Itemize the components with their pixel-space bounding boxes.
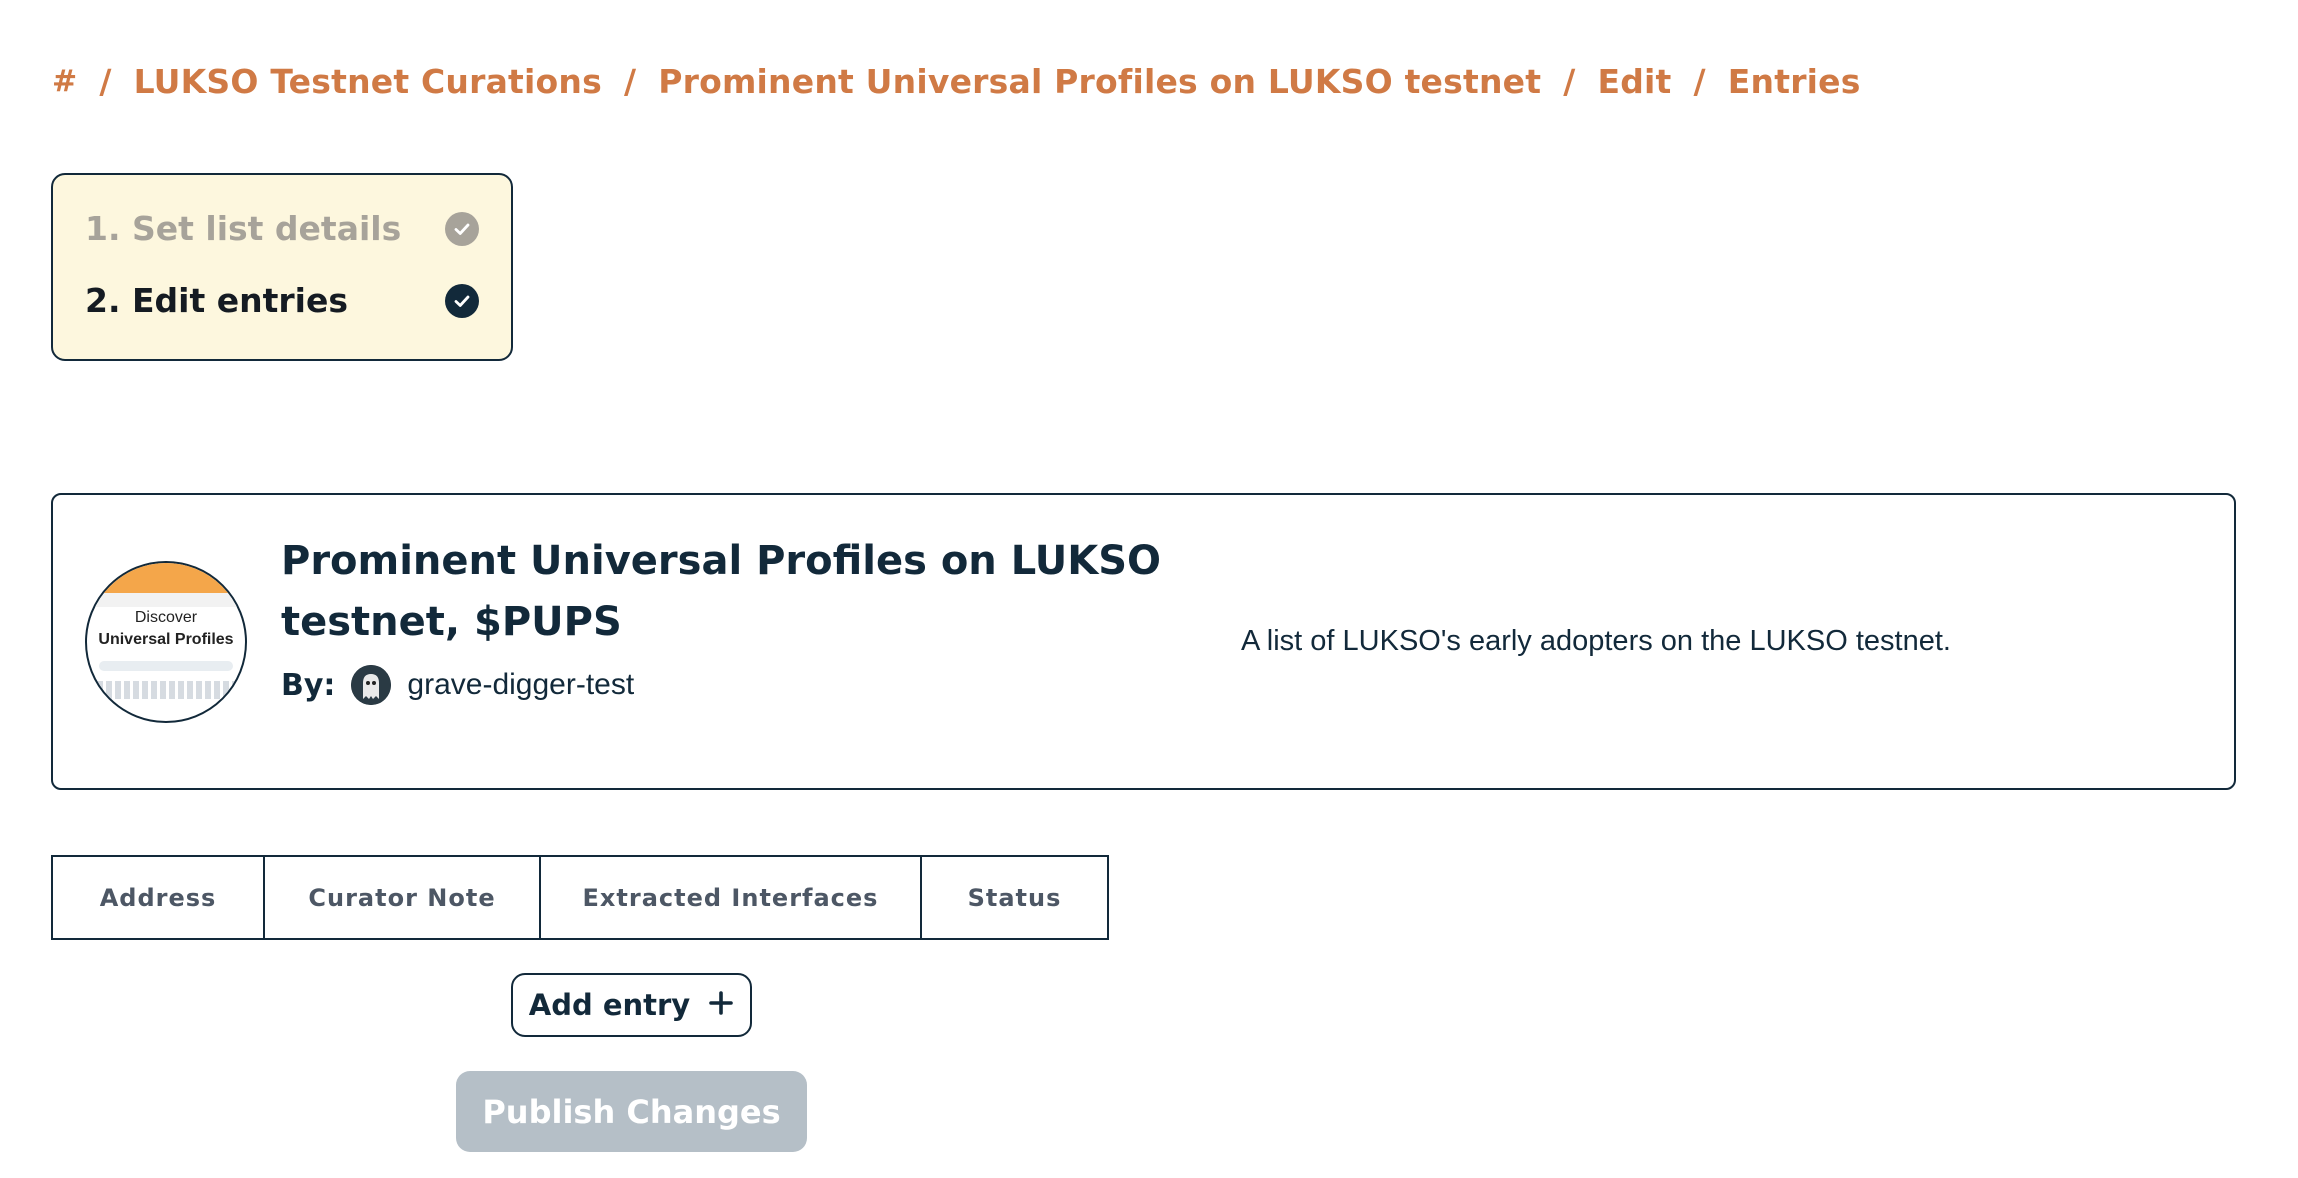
- list-summary-card: Discover Universal Profiles Prominent Un…: [51, 493, 2236, 790]
- column-header-status: Status: [920, 857, 1107, 938]
- step-set-list-details[interactable]: 1. Set list details: [85, 209, 479, 248]
- check-circle-icon: [445, 283, 479, 318]
- author-name[interactable]: grave-digger-test: [407, 668, 634, 702]
- step-edit-entries[interactable]: 2. Edit entries: [85, 281, 479, 320]
- step-label: 1. Set list details: [85, 209, 402, 248]
- list-image-text: Universal Profiles: [98, 631, 234, 648]
- breadcrumb-separator: /: [623, 62, 637, 101]
- entries-table-header: Address Curator Note Extracted Interface…: [51, 855, 1109, 940]
- breadcrumb-separator: /: [1563, 62, 1576, 101]
- list-image-text: Discover: [134, 609, 198, 626]
- list-image: Discover Universal Profiles: [85, 561, 247, 723]
- plus-icon: [708, 988, 734, 1022]
- breadcrumb: # / LUKSO Testnet Curations / Prominent …: [52, 62, 1861, 101]
- by-label: By:: [281, 667, 336, 703]
- list-image-lines: [97, 681, 235, 699]
- column-header-address: Address: [99, 883, 217, 912]
- home-hash-icon[interactable]: #: [52, 64, 77, 99]
- check-circle-icon: [445, 211, 479, 246]
- list-description: A list of LUKSO's early adopters on the …: [1241, 625, 1951, 657]
- author-avatar[interactable]: [351, 665, 392, 705]
- breadcrumb-item-entries[interactable]: Entries: [1728, 62, 1861, 101]
- add-entry-label: Add entry: [528, 988, 691, 1022]
- column-header-curator-note: Curator Note: [263, 857, 539, 938]
- steps-card: 1. Set list details 2. Edit entries: [51, 173, 513, 361]
- breadcrumb-item-list[interactable]: Prominent Universal Profiles on LUKSO te…: [658, 62, 1541, 101]
- breadcrumb-item-lukso-testnet-curations[interactable]: LUKSO Testnet Curations: [134, 62, 602, 101]
- step-label: 2. Edit entries: [85, 281, 348, 320]
- list-title: Prominent Universal Profiles on LUKSO te…: [281, 538, 1162, 645]
- breadcrumb-separator: /: [99, 62, 112, 101]
- publish-changes-button[interactable]: Publish Changes: [456, 1071, 807, 1152]
- column-header-extracted-interfaces: Extracted Interfaces: [539, 857, 920, 938]
- list-image-banner: [87, 563, 245, 593]
- list-image-searchbar: [99, 661, 233, 671]
- breadcrumb-item-edit[interactable]: Edit: [1597, 62, 1671, 101]
- list-author: By: grave-digger-test: [281, 665, 634, 705]
- list-image-strip: [87, 593, 245, 607]
- add-entry-button[interactable]: Add entry: [511, 973, 752, 1037]
- breadcrumb-separator: /: [1693, 62, 1706, 101]
